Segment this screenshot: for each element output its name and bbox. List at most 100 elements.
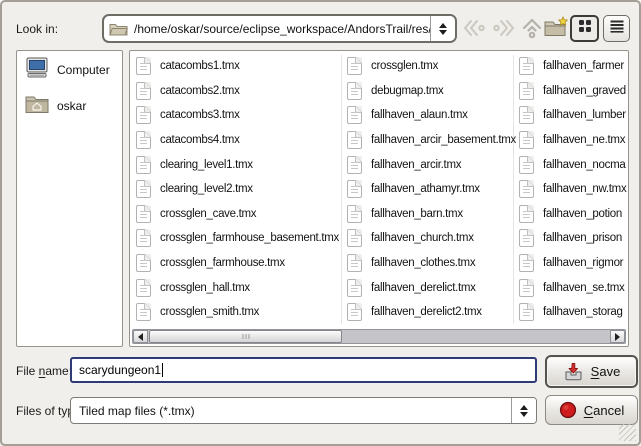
file-item[interactable]: fallhaven_lumber (519, 103, 626, 128)
file-item[interactable]: crossglen_farmhouse_basement.tmx (136, 226, 339, 251)
file-name-text: fallhaven_barn.tmx (371, 208, 463, 220)
document-icon (136, 57, 151, 75)
file-name-text: crossglen_farmhouse_basement.tmx (160, 232, 339, 244)
file-item[interactable]: clearing_level2.tmx (136, 177, 339, 202)
file-name-text: crossglen_smith.tmx (160, 306, 259, 318)
up-level-button[interactable] (519, 17, 545, 43)
file-name-text: fallhaven_nocma (543, 159, 625, 171)
document-icon (519, 279, 534, 297)
cancel-icon (559, 401, 577, 419)
file-item[interactable]: catacombs3.tmx (136, 103, 339, 128)
document-icon (136, 205, 151, 223)
file-item[interactable]: crossglen_farmhouse.tmx (136, 251, 339, 276)
document-icon (136, 303, 151, 321)
file-column-2: crossglen.tmx debugmap.tmx fallhaven_ala… (347, 54, 516, 325)
file-item[interactable]: fallhaven_prison (519, 226, 626, 251)
file-item[interactable]: fallhaven_rigmor (519, 251, 626, 276)
file-name-text: crossglen_hall.tmx (160, 282, 250, 294)
document-icon (347, 279, 362, 297)
file-item[interactable]: fallhaven_nw.tmx (519, 177, 626, 202)
grid-view-button[interactable] (570, 15, 599, 42)
column-separator (341, 55, 342, 324)
new-folder-button[interactable] (543, 16, 571, 42)
document-icon (136, 254, 151, 272)
save-button-label: Save (591, 364, 621, 379)
places-sidebar: Computer oskar (16, 50, 123, 347)
file-item[interactable]: fallhaven_arcir.tmx (347, 152, 516, 177)
file-name-text: fallhaven_potion (543, 208, 622, 220)
file-item[interactable]: fallhaven_church.tmx (347, 226, 516, 251)
cancel-button[interactable]: Cancel (545, 395, 638, 425)
horizontal-scrollbar[interactable] (132, 329, 626, 344)
file-name-text: clearing_level1.tmx (160, 159, 253, 171)
scroll-left-button[interactable] (133, 330, 148, 343)
file-item[interactable]: catacombs4.tmx (136, 128, 339, 153)
sidebar-item-oskar[interactable]: oskar (17, 88, 122, 123)
look-in-combobox[interactable]: /home/oskar/source/eclipse_workspace/And… (102, 14, 457, 43)
file-name-text: fallhaven_derelict2.tmx (371, 306, 482, 318)
scroll-left-icon (138, 333, 143, 341)
document-icon (136, 180, 151, 198)
file-item[interactable]: fallhaven_barn.tmx (347, 202, 516, 227)
forward-button[interactable] (491, 17, 517, 43)
file-item[interactable]: catacombs1.tmx (136, 54, 339, 79)
back-button[interactable] (461, 17, 487, 43)
sidebar-item-computer[interactable]: Computer (17, 51, 122, 88)
document-icon (347, 82, 362, 100)
file-item[interactable]: fallhaven_graved (519, 79, 626, 104)
scroll-right-icon (615, 333, 620, 341)
file-name-text: fallhaven_arcir_basement.tmx (371, 134, 516, 146)
file-name-text: debugmap.tmx (371, 85, 443, 97)
file-item[interactable]: debugmap.tmx (347, 79, 516, 104)
file-item[interactable]: crossglen_cave.tmx (136, 202, 339, 227)
file-item[interactable]: crossglen_hall.tmx (136, 275, 339, 300)
document-icon (136, 156, 151, 174)
scrollbar-thumb[interactable] (149, 330, 342, 343)
file-name-text: crossglen_farmhouse.tmx (160, 257, 285, 269)
document-icon (519, 254, 534, 272)
file-list[interactable]: catacombs1.tmx catacombs2.tmx catacombs3… (129, 50, 629, 347)
file-item[interactable]: fallhaven_athamyr.tmx (347, 177, 516, 202)
document-icon (136, 82, 151, 100)
file-item[interactable]: fallhaven_farmer (519, 54, 626, 79)
document-icon (519, 156, 534, 174)
file-item[interactable]: crossglen_smith.tmx (136, 300, 339, 325)
resize-grip[interactable] (619, 424, 636, 441)
file-item[interactable]: fallhaven_ne.tmx (519, 128, 626, 153)
file-item[interactable]: fallhaven_arcir_basement.tmx (347, 128, 516, 153)
file-item[interactable]: fallhaven_nocma (519, 152, 626, 177)
document-icon (519, 180, 534, 198)
save-button[interactable]: Save (545, 355, 638, 388)
file-item[interactable]: crossglen.tmx (347, 54, 516, 79)
file-item[interactable]: catacombs2.tmx (136, 79, 339, 104)
current-path: /home/oskar/source/eclipse_workspace/And… (134, 22, 430, 36)
file-item[interactable]: clearing_level1.tmx (136, 152, 339, 177)
list-view-button[interactable] (603, 15, 630, 42)
file-item[interactable]: fallhaven_se.tmx (519, 275, 626, 300)
combo-spinner[interactable] (511, 398, 536, 423)
file-name-text: fallhaven_alaun.tmx (371, 109, 468, 121)
files-of-type-combobox[interactable]: Tiled map files (*.tmx) (70, 397, 537, 424)
file-name-input[interactable]: scarydungeon1 (70, 357, 537, 383)
file-item[interactable]: fallhaven_potion (519, 202, 626, 227)
document-icon (136, 131, 151, 149)
file-item[interactable]: fallhaven_derelict2.tmx (347, 300, 516, 325)
file-item[interactable]: fallhaven_alaun.tmx (347, 103, 516, 128)
scroll-right-button[interactable] (610, 330, 625, 343)
file-name-text: fallhaven_graved (543, 85, 626, 97)
document-icon (347, 303, 362, 321)
document-icon (347, 254, 362, 272)
document-icon (519, 303, 534, 321)
file-item[interactable]: fallhaven_derelict.tmx (347, 275, 516, 300)
cancel-button-label: Cancel (584, 403, 624, 418)
document-icon (347, 131, 362, 149)
file-name-text: crossglen_cave.tmx (160, 208, 256, 220)
file-name-text: fallhaven_ne.tmx (543, 134, 625, 146)
document-icon (347, 106, 362, 124)
file-item[interactable]: fallhaven_storag (519, 300, 626, 325)
combo-spinner[interactable] (430, 16, 455, 41)
forward-icon (492, 17, 516, 44)
home-folder-icon (25, 94, 49, 117)
file-item[interactable]: fallhaven_clothes.tmx (347, 251, 516, 276)
document-icon (347, 229, 362, 247)
